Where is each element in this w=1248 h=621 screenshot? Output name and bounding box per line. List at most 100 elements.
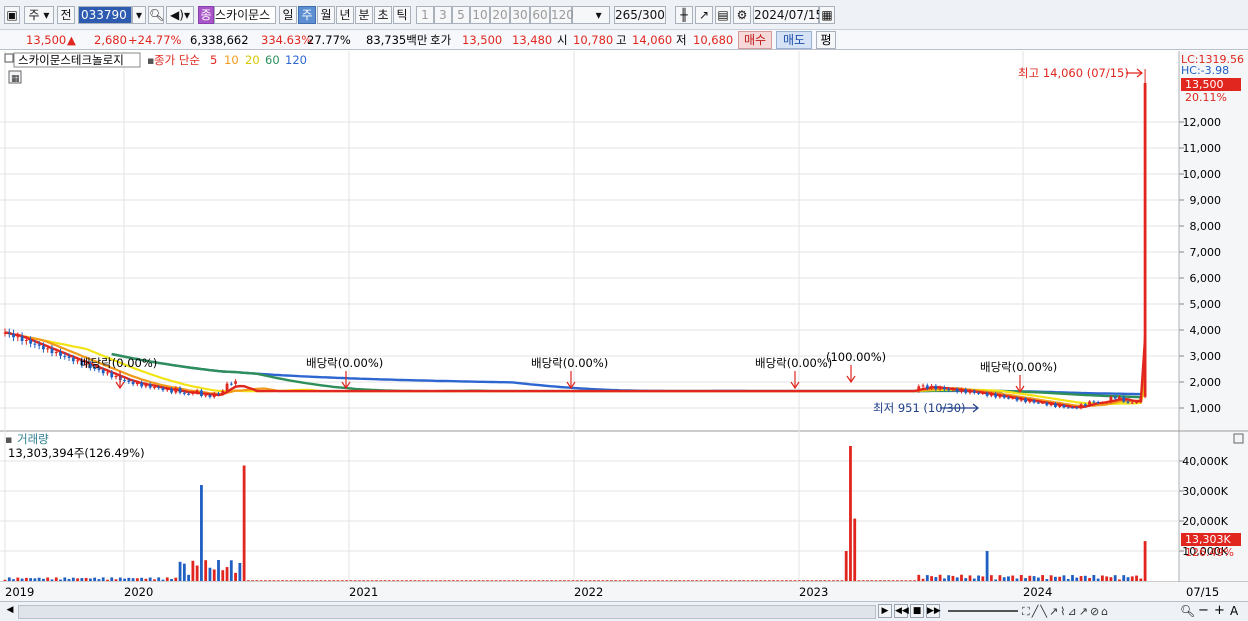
stock-code-input[interactable]: 033790 bbox=[78, 6, 132, 24]
zoom-out-icon[interactable]: 🔍︎ bbox=[1180, 603, 1195, 619]
volume-bar bbox=[943, 578, 946, 581]
volume-bar bbox=[1122, 575, 1126, 581]
zoom-slider[interactable] bbox=[948, 610, 1018, 612]
volume-bar bbox=[481, 580, 485, 581]
stop-icon[interactable]: ■ bbox=[910, 604, 924, 618]
period-tab[interactable]: 분 bbox=[355, 6, 373, 24]
volume-bar bbox=[930, 576, 933, 581]
interval-button[interactable]: 120 bbox=[550, 6, 574, 24]
volume-bar bbox=[1071, 575, 1074, 581]
evaluate-button[interactable]: 평 bbox=[816, 31, 836, 49]
candle-body bbox=[955, 388, 959, 392]
volume-bar bbox=[810, 580, 814, 581]
prev-button[interactable]: 전 bbox=[57, 6, 75, 24]
code-dropdown-icon[interactable]: ▾ bbox=[132, 6, 146, 24]
buy-button[interactable]: 매수 bbox=[738, 31, 772, 49]
volume-bar bbox=[533, 580, 536, 581]
volume-bar bbox=[541, 580, 545, 581]
candle-type-icon[interactable]: ╫ bbox=[675, 6, 693, 24]
volume-bar bbox=[413, 580, 417, 581]
auto-icon[interactable]: A bbox=[1230, 603, 1238, 619]
interval-button[interactable]: 10 bbox=[470, 6, 490, 24]
volume-bar bbox=[1024, 578, 1027, 581]
volume-panel-close-icon[interactable] bbox=[1233, 433, 1244, 444]
interval-button[interactable]: 5 bbox=[452, 6, 470, 24]
minus-icon[interactable]: − bbox=[1198, 603, 1209, 619]
candle-body bbox=[144, 384, 148, 387]
period-tab[interactable]: 주 bbox=[298, 6, 316, 24]
volume-bar bbox=[960, 574, 963, 581]
count-field[interactable]: 265/300 bbox=[614, 6, 666, 24]
scroll-right-icon[interactable]: ▶ bbox=[878, 604, 892, 618]
interval-custom-select[interactable]: ▾ bbox=[572, 6, 610, 24]
market-type-select[interactable]: 주 ▾ bbox=[24, 6, 54, 24]
volume-bar bbox=[387, 580, 391, 581]
candle-body bbox=[1049, 403, 1053, 406]
volume-bar bbox=[580, 580, 583, 581]
volume-bar bbox=[238, 563, 242, 581]
volume-bar bbox=[59, 579, 62, 581]
period-tab[interactable]: 초 bbox=[374, 6, 392, 24]
volume-axis-tick: 40,000K bbox=[1182, 455, 1228, 468]
volume-bar bbox=[994, 579, 998, 581]
volume-bar bbox=[550, 580, 553, 581]
calendar-icon[interactable]: ▦ bbox=[819, 6, 835, 24]
volume-bar bbox=[443, 580, 447, 581]
stock-chart[interactable]: 배당락(0.00%) 배당락(0.00%) 배당락(0.00%) 배당락(0.00%)… bbox=[0, 51, 1248, 601]
volume-bar bbox=[849, 446, 852, 581]
volume-bar bbox=[353, 580, 357, 581]
volume-bar bbox=[153, 579, 156, 581]
toolbar: ▣ 주 ▾ 전 033790 ▾ 🔍︎ ◀)▾ 종 스카이문스 ▾ 265/30… bbox=[0, 0, 1248, 30]
volume-bar bbox=[998, 575, 1002, 581]
date-field[interactable]: 2024/07/15 bbox=[753, 6, 823, 24]
interval-button[interactable]: 20 bbox=[490, 6, 510, 24]
speaker-icon[interactable]: ◀)▾ bbox=[166, 6, 194, 24]
gear-icon[interactable]: ⚙ bbox=[733, 6, 751, 24]
interval-button[interactable]: 1 bbox=[416, 6, 434, 24]
play-forward-icon[interactable]: ▶▶ bbox=[926, 604, 941, 618]
volume-bar bbox=[878, 580, 882, 581]
search-icon[interactable]: 🔍︎ bbox=[148, 6, 164, 24]
period-tab[interactable]: 틱 bbox=[393, 6, 411, 24]
candle-body bbox=[20, 336, 24, 342]
draw-tool-icon[interactable]: ↗ bbox=[695, 6, 713, 24]
volume-bar bbox=[673, 580, 677, 581]
x-axis-year-label: 2019 bbox=[5, 585, 34, 599]
volume-bar bbox=[776, 580, 780, 581]
window-menu-icon[interactable]: ▣ bbox=[4, 6, 20, 24]
period-tab[interactable]: 일 bbox=[279, 6, 297, 24]
volume-bar bbox=[755, 580, 758, 581]
volume-bar bbox=[302, 580, 306, 581]
scroll-left-icon[interactable]: ◀ bbox=[3, 604, 17, 618]
volume-bar bbox=[148, 577, 152, 581]
volume-bar bbox=[212, 569, 216, 581]
drawing-tools[interactable]: ⛶╱╲↗⌇⊿↗⊘⌂ bbox=[1022, 604, 1192, 620]
volume-bar bbox=[1109, 577, 1113, 581]
play-back-icon[interactable]: ◀◀ bbox=[894, 604, 909, 618]
interval-button[interactable]: 60 bbox=[530, 6, 550, 24]
plus-icon[interactable]: + bbox=[1214, 603, 1225, 619]
volume-bar bbox=[1096, 578, 1100, 581]
period-tab[interactable]: 년 bbox=[336, 6, 354, 24]
candle-body bbox=[947, 389, 951, 391]
sell-button[interactable]: 매도 bbox=[776, 31, 812, 49]
save-icon[interactable]: ▤ bbox=[715, 6, 731, 24]
candle-body bbox=[234, 381, 237, 384]
volume-bullet: ▪ bbox=[5, 433, 12, 446]
candle-body bbox=[153, 387, 156, 389]
volume-bar bbox=[750, 580, 754, 581]
volume-bar bbox=[951, 575, 955, 581]
volume-bar bbox=[1130, 576, 1134, 581]
dividend-note: 배당락(0.00%) bbox=[80, 356, 157, 370]
interval-button[interactable]: 3 bbox=[434, 6, 452, 24]
stock-name-field[interactable]: 스카이문스 bbox=[214, 6, 276, 24]
stock-type-badge: 종 bbox=[198, 6, 214, 24]
interval-button[interactable]: 30 bbox=[510, 6, 530, 24]
volume-bar bbox=[567, 580, 571, 581]
scroll-track[interactable] bbox=[18, 605, 876, 619]
volume-bar bbox=[157, 577, 161, 581]
period-tab[interactable]: 월 bbox=[317, 6, 335, 24]
volume-bar bbox=[259, 580, 263, 581]
hc-label: HC:-3.98 bbox=[1181, 64, 1229, 77]
volume-bar bbox=[870, 580, 874, 581]
